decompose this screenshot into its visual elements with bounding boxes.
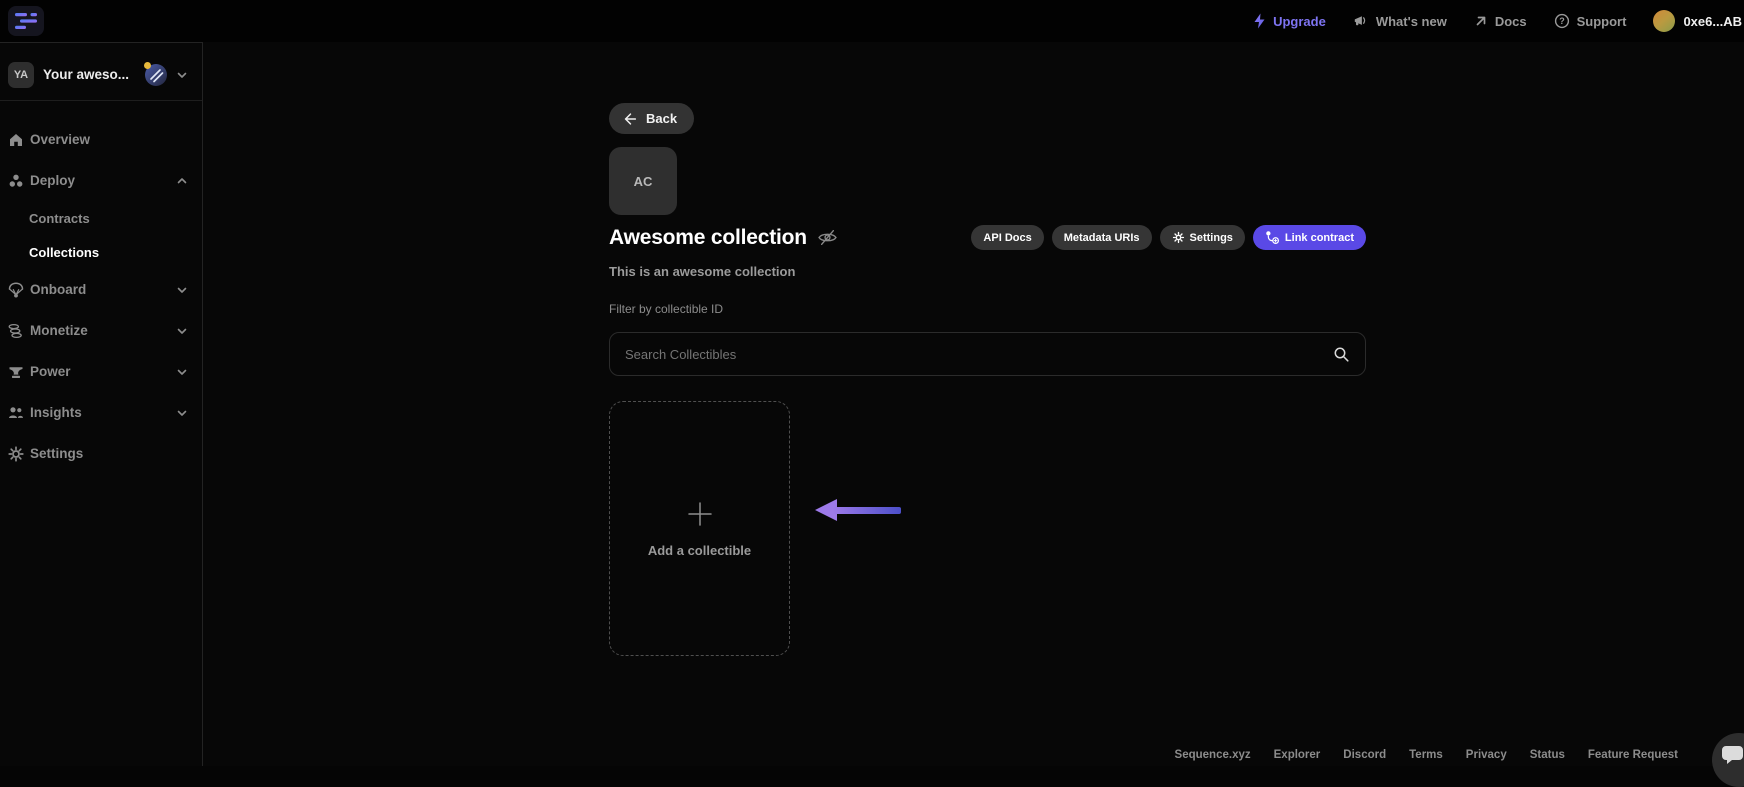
api-docs-button[interactable]: API Docs bbox=[971, 225, 1043, 250]
people-icon bbox=[7, 404, 25, 422]
settings-label: Settings bbox=[1190, 232, 1233, 244]
chevron-up-icon bbox=[176, 175, 188, 187]
eye-off-icon[interactable] bbox=[818, 230, 837, 245]
back-button[interactable]: Back bbox=[609, 103, 694, 134]
metadata-uris-button[interactable]: Metadata URIs bbox=[1052, 225, 1152, 250]
sidebar-item-label: Settings bbox=[30, 446, 83, 461]
topbar-menu: Upgrade What's new Docs ? Support bbox=[1253, 10, 1744, 32]
sidebar-item-onboard[interactable]: Onboard bbox=[0, 269, 202, 310]
search-icon[interactable] bbox=[1333, 346, 1350, 363]
chat-bubble-icon bbox=[1721, 744, 1744, 766]
search-box bbox=[609, 332, 1366, 376]
collection-actions: API Docs Metadata URIs Settings bbox=[971, 225, 1366, 250]
lightning-icon bbox=[1253, 13, 1266, 29]
upgrade-label: Upgrade bbox=[1273, 14, 1326, 29]
link-contract-button[interactable]: Link contract bbox=[1253, 225, 1366, 250]
sidebar-item-label: Onboard bbox=[30, 282, 86, 297]
whats-new-label: What's new bbox=[1376, 14, 1447, 29]
question-circle-icon: ? bbox=[1554, 13, 1570, 29]
footer-link-privacy[interactable]: Privacy bbox=[1466, 749, 1507, 761]
sidebar-item-settings[interactable]: Settings bbox=[0, 433, 202, 474]
network-badge-icon bbox=[145, 64, 167, 86]
sidebar-item-overview[interactable]: Overview bbox=[0, 119, 202, 160]
megaphone-icon bbox=[1353, 13, 1369, 29]
sidebar: YA Your aweso... Overview bbox=[0, 42, 203, 766]
home-icon bbox=[7, 131, 25, 149]
account-menu[interactable]: 0xe6...AB bbox=[1653, 10, 1742, 32]
collection-avatar: AC bbox=[609, 147, 677, 215]
sidebar-item-label: Deploy bbox=[30, 173, 75, 188]
chevron-down-icon bbox=[176, 407, 188, 419]
chevron-down-icon bbox=[176, 325, 188, 337]
footer-link-terms[interactable]: Terms bbox=[1409, 749, 1443, 761]
account-avatar bbox=[1653, 10, 1675, 32]
sidebar-item-monetize[interactable]: Monetize bbox=[0, 310, 202, 351]
metadata-uris-label: Metadata URIs bbox=[1064, 232, 1140, 244]
sidebar-item-insights[interactable]: Insights bbox=[0, 392, 202, 433]
filter-label: Filter by collectible ID bbox=[609, 302, 1366, 316]
sidebar-item-label: Monetize bbox=[30, 323, 88, 338]
link-contract-label: Link contract bbox=[1285, 232, 1354, 244]
deploy-cluster-icon bbox=[7, 172, 25, 190]
chevron-down-icon bbox=[176, 69, 188, 81]
sidebar-item-label: Contracts bbox=[29, 211, 90, 226]
footer-link-discord[interactable]: Discord bbox=[1343, 749, 1386, 761]
add-collectible-label: Add a collectible bbox=[648, 543, 751, 558]
upgrade-button[interactable]: Upgrade bbox=[1253, 13, 1326, 29]
docs-button[interactable]: Docs bbox=[1474, 14, 1527, 29]
add-collectible-button[interactable]: Add a collectible bbox=[609, 401, 790, 656]
gear-icon bbox=[1172, 231, 1185, 244]
sidebar-item-label: Insights bbox=[30, 405, 82, 420]
sidebar-item-deploy[interactable]: Deploy bbox=[0, 160, 202, 201]
gear-icon bbox=[7, 445, 25, 463]
svg-text:?: ? bbox=[1559, 16, 1565, 26]
anvil-icon bbox=[7, 363, 25, 381]
collection-description: This is an awesome collection bbox=[609, 264, 1366, 279]
footer-link-sequence[interactable]: Sequence.xyz bbox=[1175, 749, 1251, 761]
whats-new-button[interactable]: What's new bbox=[1353, 13, 1447, 29]
parachute-icon bbox=[7, 281, 25, 299]
sidebar-item-contracts[interactable]: Contracts bbox=[0, 201, 202, 235]
back-label: Back bbox=[646, 111, 677, 126]
sidebar-item-label: Collections bbox=[29, 245, 99, 260]
sequence-logo[interactable] bbox=[8, 6, 44, 36]
footer-link-explorer[interactable]: Explorer bbox=[1274, 749, 1321, 761]
arrow-left-icon bbox=[622, 111, 638, 127]
page-title: Awesome collection bbox=[609, 226, 807, 250]
footer-link-status[interactable]: Status bbox=[1530, 749, 1565, 761]
coins-icon bbox=[7, 322, 25, 340]
chevron-down-icon bbox=[176, 284, 188, 296]
sequence-logo-icon bbox=[15, 13, 37, 29]
footer-link-feature-request[interactable]: Feature Request bbox=[1588, 749, 1678, 761]
link-nodes-icon bbox=[1265, 230, 1280, 245]
pointer-arrow bbox=[815, 499, 901, 521]
workspace-avatar: YA bbox=[8, 62, 34, 88]
sidebar-item-label: Power bbox=[30, 364, 71, 379]
api-docs-label: API Docs bbox=[983, 232, 1031, 244]
settings-button[interactable]: Settings bbox=[1160, 225, 1245, 250]
docs-label: Docs bbox=[1495, 14, 1527, 29]
workspace-name: Your aweso... bbox=[43, 67, 129, 82]
footer-links: Sequence.xyz Explorer Discord Terms Priv… bbox=[1175, 749, 1678, 761]
chevron-down-icon bbox=[176, 366, 188, 378]
search-input[interactable] bbox=[625, 347, 1333, 362]
support-button[interactable]: ? Support bbox=[1554, 13, 1627, 29]
sidebar-item-label: Overview bbox=[30, 132, 90, 147]
top-bar: Upgrade What's new Docs ? Support bbox=[0, 0, 1744, 42]
support-label: Support bbox=[1577, 14, 1627, 29]
sidebar-item-power[interactable]: Power bbox=[0, 351, 202, 392]
workspace-switcher[interactable]: YA Your aweso... bbox=[0, 43, 202, 101]
arrow-up-right-icon bbox=[1474, 14, 1488, 28]
main-content: Back AC Awesome collection API Docs bbox=[203, 42, 1744, 766]
sidebar-item-collections[interactable]: Collections bbox=[0, 235, 202, 269]
arrow-tail bbox=[833, 507, 901, 514]
account-address: 0xe6...AB bbox=[1683, 14, 1742, 29]
plus-icon bbox=[685, 499, 715, 529]
notification-dot bbox=[144, 62, 151, 69]
sidebar-nav: Overview Deploy Contracts Co bbox=[0, 101, 202, 474]
